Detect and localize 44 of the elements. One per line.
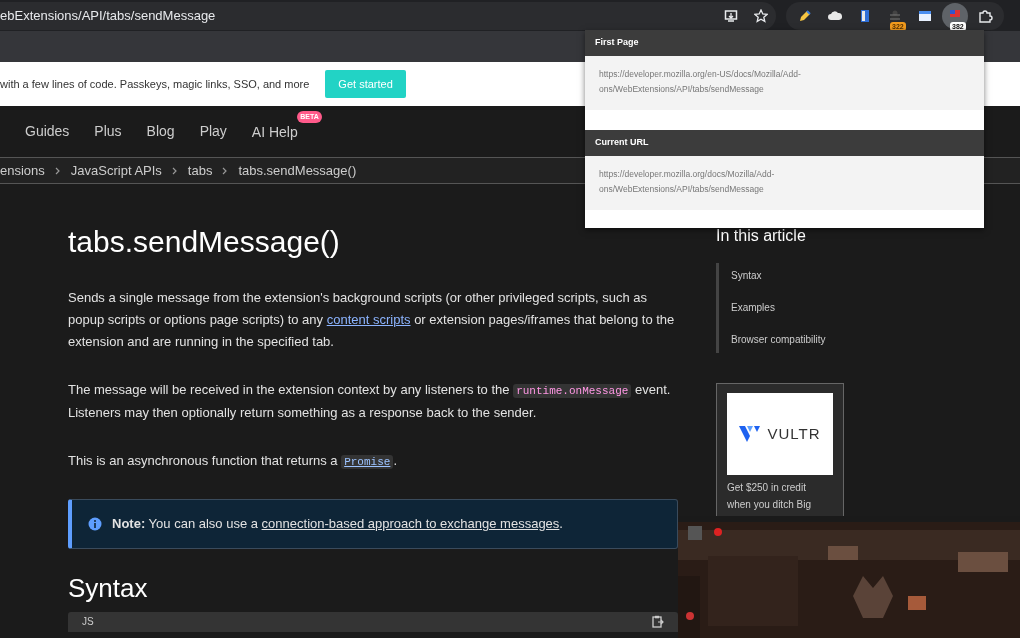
url-text: https://developer.mozilla.org/en-US/docs/Mozilla/Add-ons/WebExtensions/API/tabs/sendMessage [599,68,802,96]
nav-link[interactable]: AI Help [251,123,298,140]
code-link[interactable]: runtime.onMessage [513,384,632,398]
ad-logo[interactable]: VULTR [727,393,833,476]
breadcrumb-link[interactable]: tabs.sendMessage() [238,160,357,181]
code-link[interactable]: Promise [341,455,394,469]
cloud-icon [828,11,843,20]
ad-text: Get $250 in credit when you ditch Big [727,481,812,513]
banner-text: with a few lines of code. Passkeys, magic links, SSO, and more [0,76,310,92]
nav-link[interactable]: Play [199,121,227,142]
copy-icon[interactable] [652,615,664,629]
section-heading: Syntax [68,572,149,604]
section-header: First Page [585,30,984,56]
toc-link[interactable]: Examples [731,299,844,318]
page-title: tabs.sendMessage() [68,224,341,260]
logo-text: VULTR [767,423,821,444]
url-text[interactable]: ebExtensions/API/tabs/sendMessage [0,6,216,26]
puzzle-icon [979,10,993,23]
nav-link[interactable]: Guides [25,121,70,142]
breadcrumb-link[interactable]: JavaScript APIs [70,160,162,181]
paragraph: The message will be received in the extension context by any listeners to the runtime.onMessage event. Listeners may then optionally return something as a response back to the sender. [68,381,672,422]
breadcrumb-link[interactable]: ensions [0,160,45,181]
section-header: Current URL [585,130,984,156]
chevron-icon [171,166,178,175]
window-icon [919,11,931,21]
paragraph: Sends a single message from the extension's background scripts (or other privileged scripts, such as popup scripts or options page scripts) to any content scripts or extension pages/iframes that belong to the extension and are running in the specified tab. [68,289,676,351]
paragraph: This is an asynchronous function that returns a Promise . [68,452,398,471]
pencil-icon [800,10,811,21]
toc-link[interactable]: Browser compatibility [731,331,844,350]
chevron-icon [222,166,229,175]
nav-link[interactable]: Blog [146,121,175,142]
language-label: JS [82,615,94,630]
star-icon[interactable] [754,9,768,23]
nav-link[interactable]: Plus [94,121,122,142]
info-icon [88,516,102,531]
install-icon[interactable] [724,9,738,23]
sidebar-heading: In this article [716,226,807,246]
book-icon [861,10,869,22]
toc-link[interactable]: Syntax [731,267,844,286]
chevron-icon [54,166,61,175]
note-text: Note: You can also use a connection-based approach to exchange messages. [112,515,563,533]
url-text: https://developer.mozilla.org/docs/Mozilla/Add-ons/WebExtensions/API/tabs/sendMessage [599,168,776,196]
text-link[interactable]: content scripts [326,312,411,327]
breadcrumb-link[interactable]: tabs [187,160,213,181]
